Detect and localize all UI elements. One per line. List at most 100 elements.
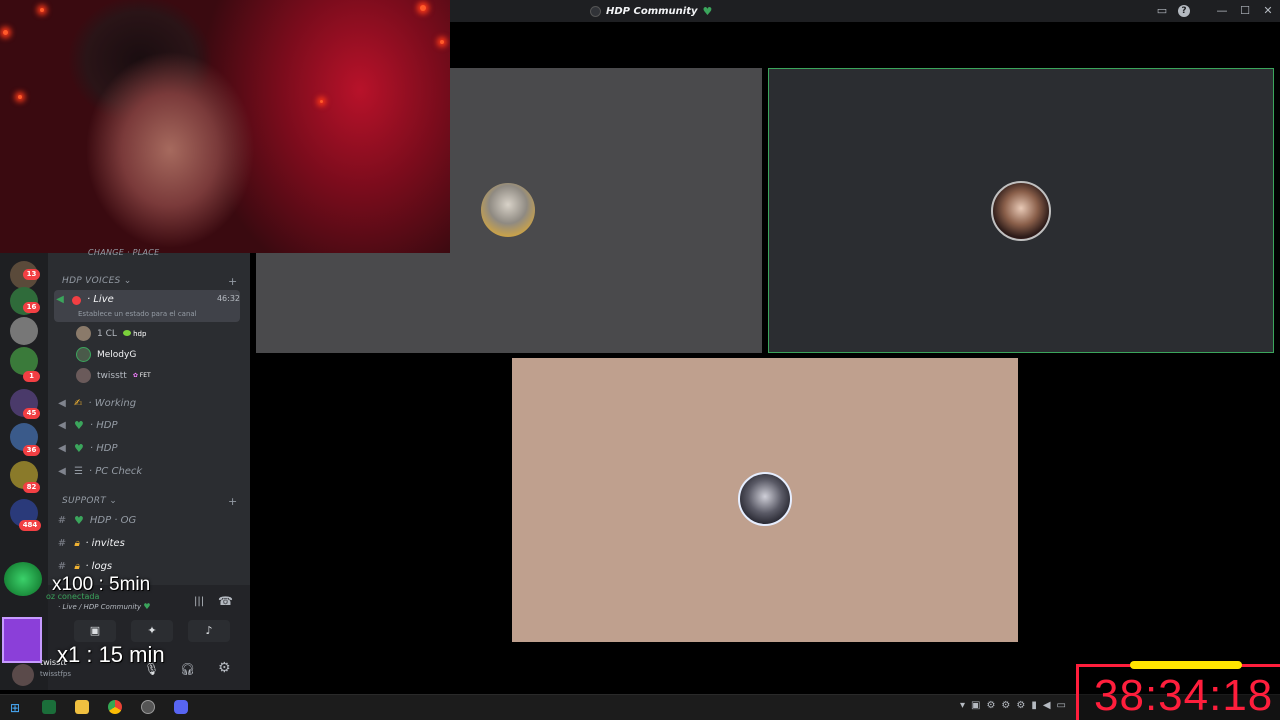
folder-icon[interactable] bbox=[75, 700, 89, 714]
server-icon[interactable] bbox=[10, 317, 38, 345]
member-tag: ✿ FET bbox=[132, 372, 151, 379]
disconnect-icon[interactable]: ☎ bbox=[218, 594, 233, 608]
minimize-button[interactable]: — bbox=[1214, 3, 1230, 19]
speaker-icon: ◀ bbox=[58, 397, 66, 409]
mention-badge: 45 bbox=[23, 408, 40, 419]
noise-suppression-icon[interactable]: ||| bbox=[194, 596, 204, 607]
channel-name[interactable]: CHANGE · PLACE bbox=[88, 248, 160, 257]
speaker-icon: ◀ bbox=[58, 442, 66, 454]
red-circle-icon bbox=[72, 296, 81, 305]
video-tile-1-extension bbox=[256, 253, 450, 353]
lock-icon: 🔒︎ bbox=[74, 560, 80, 572]
avatar[interactable] bbox=[12, 664, 34, 686]
channel-status[interactable]: Establece un estado para el canal bbox=[78, 310, 197, 318]
heart-icon: ♥ bbox=[74, 441, 84, 455]
help-icon[interactable]: ? bbox=[1178, 5, 1190, 17]
heart-icon: ♥ bbox=[74, 513, 84, 527]
streamer-webcam bbox=[0, 0, 450, 253]
soundboard-button[interactable]: ♪ bbox=[188, 620, 230, 642]
inbox-icon[interactable]: ▭ bbox=[1154, 3, 1170, 19]
user-avatar bbox=[481, 183, 535, 237]
hand-icon: ✍ bbox=[74, 397, 83, 409]
subathon-timer: 38:34:18 bbox=[1094, 671, 1274, 720]
maximize-button[interactable]: ☐ bbox=[1237, 3, 1253, 19]
text-channel[interactable]: # 🔒︎ · invites bbox=[56, 533, 242, 553]
discord-icon[interactable] bbox=[174, 700, 188, 714]
member-tag: hdp bbox=[122, 329, 147, 338]
video-tile-2-speaking[interactable] bbox=[768, 68, 1274, 353]
text-channel[interactable]: # ♥ HDP · OG bbox=[56, 510, 242, 530]
speaker-icon: ◀ bbox=[58, 419, 66, 431]
member-name: 1 CL bbox=[97, 328, 117, 339]
add-channel-icon[interactable]: + bbox=[228, 275, 237, 288]
voice-member[interactable]: MelodyG bbox=[76, 347, 136, 362]
mention-badge: 16 bbox=[23, 302, 40, 313]
heart-icon: ♥ bbox=[702, 4, 713, 18]
channel-name: · PC Check bbox=[88, 465, 143, 477]
channel-name: · HDP bbox=[89, 442, 118, 454]
mention-badge: 484 bbox=[19, 520, 41, 531]
video-tile-1[interactable] bbox=[450, 68, 762, 353]
clover-icon bbox=[4, 562, 42, 596]
voice-channel[interactable]: ◀ ✍ · Working bbox=[56, 393, 242, 413]
channel-name: HDP · OG bbox=[89, 514, 137, 526]
system-tray-icons[interactable]: ▾▣⚙⚙⚙▮◀▭ bbox=[960, 700, 1072, 711]
headphones-icon[interactable]: 🎧︎ bbox=[180, 662, 195, 676]
chevron-down-icon: ⌄ bbox=[109, 496, 118, 506]
call-timer: 46:32 bbox=[216, 294, 240, 303]
settings-gear-icon[interactable]: ⚙ bbox=[218, 660, 231, 676]
server-icon bbox=[590, 5, 601, 17]
timer-progress-bar bbox=[1130, 661, 1242, 669]
category-voices[interactable]: HDP VOICES ⌄ bbox=[62, 276, 132, 286]
window-title: HDP Community ♥ bbox=[590, 3, 712, 19]
windows-start-icon[interactable]: ⊞ bbox=[10, 701, 20, 715]
category-label: HDP VOICES bbox=[62, 276, 121, 286]
chrome-icon[interactable] bbox=[108, 700, 122, 714]
app-icon[interactable] bbox=[141, 700, 155, 714]
voice-location[interactable]: · Live / HDP Community ♥ bbox=[58, 602, 151, 612]
channel-name: · Live bbox=[87, 294, 114, 305]
voice-member[interactable]: twisstt ✿ FET bbox=[76, 368, 151, 383]
member-tag-text: FET bbox=[139, 372, 151, 379]
user-avatar bbox=[738, 472, 792, 526]
voice-channel[interactable]: ◀ ♥ · HDP bbox=[56, 438, 242, 458]
terminal-icon[interactable] bbox=[42, 700, 56, 714]
subathon-rate-1: x100 : 5min bbox=[52, 574, 151, 595]
mention-badge: 36 bbox=[23, 445, 40, 456]
voice-member[interactable]: 1 CL hdp bbox=[76, 326, 146, 341]
voice-channel[interactable]: ◀ ☰ · PC Check bbox=[56, 461, 242, 481]
add-channel-icon[interactable]: + bbox=[228, 495, 237, 508]
close-button[interactable]: ✕ bbox=[1260, 3, 1276, 19]
text-channel[interactable]: # 🔒︎ · logs bbox=[56, 556, 242, 576]
category-support[interactable]: SUPPORT ⌄ bbox=[62, 496, 117, 506]
member-name: MelodyG bbox=[97, 349, 137, 360]
member-name: twisstt bbox=[97, 370, 127, 381]
video-button[interactable]: ▣ bbox=[74, 620, 116, 642]
mention-badge: 82 bbox=[23, 482, 40, 493]
avatar bbox=[76, 326, 91, 341]
video-tile-3[interactable] bbox=[512, 358, 1018, 642]
hash-icon: # bbox=[57, 514, 67, 526]
channel-name: · logs bbox=[85, 560, 113, 572]
voice-channel[interactable]: ◀ ♥ · HDP bbox=[56, 415, 242, 435]
activity-button[interactable]: ✦ bbox=[131, 620, 173, 642]
avatar bbox=[76, 347, 91, 362]
mention-badge: 1 bbox=[23, 371, 40, 382]
mention-badge: 13 bbox=[23, 269, 40, 280]
heart-icon: ♥ bbox=[74, 418, 84, 432]
monitor-icon: ☰ bbox=[74, 465, 83, 477]
avatar bbox=[76, 368, 91, 383]
member-tag-text: hdp bbox=[133, 329, 147, 338]
voice-location-text: · Live / HDP Community bbox=[58, 603, 142, 611]
gift-icon bbox=[2, 617, 42, 663]
user-avatar bbox=[991, 181, 1051, 241]
subathon-rate-2: x1 : 15 min bbox=[57, 642, 165, 667]
hash-icon: # bbox=[57, 537, 67, 549]
channel-name: · invites bbox=[85, 537, 125, 549]
channel-name: · Working bbox=[88, 397, 137, 409]
heart-icon: ♥ bbox=[143, 602, 151, 611]
speaker-icon: ◀ bbox=[56, 294, 64, 305]
speaker-icon: ◀ bbox=[58, 465, 66, 477]
user-tag: twisstfps bbox=[40, 670, 72, 678]
chevron-down-icon: ⌄ bbox=[123, 276, 132, 286]
